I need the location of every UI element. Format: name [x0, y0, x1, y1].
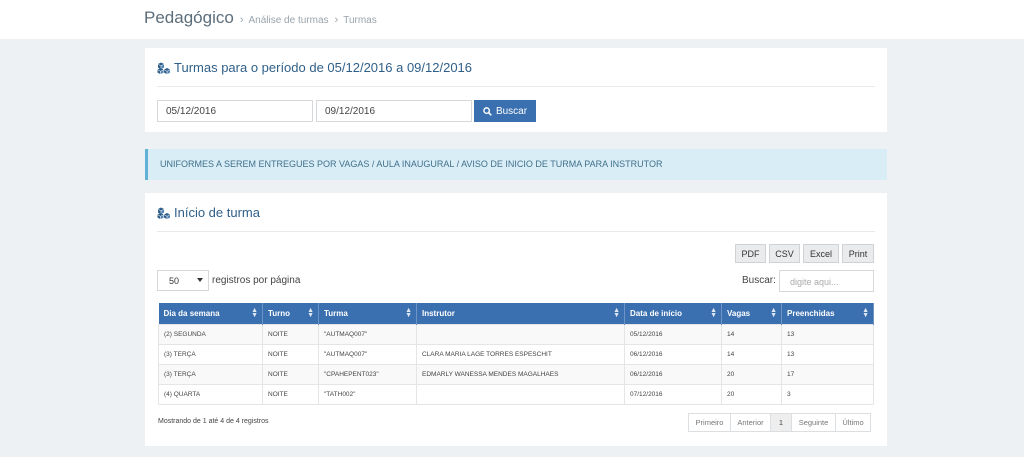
cubes-icon — [157, 62, 170, 74]
cell-vagas: 14 — [721, 343, 782, 365]
table-row: (3) TERÇA NOITE "AUTMAQ007" CLARA MARIA … — [158, 343, 874, 365]
cell-turno: NOITE — [262, 323, 319, 345]
page-length-label: registros por página — [212, 275, 301, 286]
cell-data-de-inicio: 06/12/2016 — [624, 363, 722, 385]
table-search-label: Buscar: — [742, 275, 776, 286]
alert-text: UNIFORMES A SEREM ENTREGUES POR VAGAS / … — [160, 159, 663, 169]
pagination-previous[interactable]: Anterior — [730, 413, 771, 432]
breadcrumb-root[interactable]: Pedagógico — [144, 8, 234, 28]
cell-turma: "CPAHEPENT023" — [318, 363, 417, 385]
search-button[interactable]: Buscar — [474, 100, 536, 122]
cell-instrutor: CLARA MARIA LAGE TORRES ESPESCHIT — [416, 343, 625, 365]
cell-turma: "AUTMAQ007" — [318, 343, 417, 365]
pagination-last[interactable]: Último — [835, 413, 871, 432]
cell-turno: NOITE — [262, 343, 319, 365]
chevron-right-icon: › — [239, 14, 244, 26]
cell-turno: NOITE — [262, 383, 319, 405]
divider — [157, 231, 875, 232]
period-filter-panel: Turmas para o período de 05/12/2016 a 09… — [145, 48, 887, 132]
page-length-value: 50 — [169, 276, 180, 286]
cell-turma: "TATH002" — [318, 383, 417, 405]
cell-turno: NOITE — [262, 363, 319, 385]
info-alert: UNIFORMES A SEREM ENTREGUES POR VAGAS / … — [145, 149, 887, 180]
period-panel-title: Turmas para o período de 05/12/2016 a 09… — [174, 60, 473, 75]
chevron-right-icon: › — [334, 14, 339, 26]
cell-instrutor — [416, 383, 625, 405]
table-info: Mostrando de 1 até 4 de 4 registros — [158, 418, 269, 425]
cubes-icon — [157, 207, 170, 219]
table-row: (3) TERÇA NOITE "CPAHEPENT023" EDMARLY W… — [158, 363, 874, 385]
print-button[interactable]: Print — [842, 244, 874, 263]
column-header-vagas[interactable]: Vagas ▲ ▼ — [721, 303, 782, 324]
column-header-turno[interactable]: Turno ▲ ▼ — [262, 303, 319, 324]
caret-down-icon — [197, 278, 203, 282]
page-length-select[interactable]: 50 — [157, 270, 209, 291]
cell-instrutor — [416, 323, 625, 345]
end-date-input[interactable]: 09/12/2016 — [316, 100, 472, 122]
column-header-turma[interactable]: Turma ▲ ▼ — [318, 303, 417, 324]
sort-icon: ▲ ▼ — [405, 307, 412, 319]
cell-preenchidas: 3 — [781, 383, 874, 405]
top-bar: Pedagógico › Análise de turmas › Turmas — [0, 0, 1024, 39]
column-header-instrutor[interactable]: Instrutor ▲ ▼ — [416, 303, 625, 324]
cell-instrutor: EDMARLY WANESSA MENDES MAGALHAES — [416, 363, 625, 385]
cell-preenchidas: 17 — [781, 363, 874, 385]
table-row: (2) SEGUNDA NOITE "AUTMAQ007" 05/12/2016… — [158, 323, 874, 345]
pagination: Primeiro Anterior 1 Seguinte Último — [688, 413, 871, 432]
sort-icon: ▲ ▼ — [770, 307, 777, 319]
export-pdf-button[interactable]: PDF — [735, 244, 766, 263]
cell-dia-da-semana: (2) SEGUNDA — [158, 323, 263, 345]
cell-preenchidas: 13 — [781, 323, 874, 345]
cell-data-de-inicio: 07/12/2016 — [624, 383, 722, 405]
classes-table: Dia da semana ▲ ▼ Turno ▲ ▼ Turma ▲ ▼ Instruto… — [158, 303, 874, 405]
cell-turma: "AUTMAQ007" — [318, 323, 417, 345]
table-panel-title: Início de turma — [174, 205, 260, 220]
pagination-first[interactable]: Primeiro — [688, 413, 731, 432]
cell-vagas: 20 — [721, 363, 782, 385]
start-date-input[interactable]: 05/12/2016 — [157, 100, 313, 122]
breadcrumb-item-turmas: Turmas — [343, 15, 377, 26]
cell-data-de-inicio: 05/12/2016 — [624, 323, 722, 345]
class-start-panel: Início de turma PDF CSV Excel Print 50 r… — [145, 193, 887, 446]
sort-icon: ▲ ▼ — [251, 307, 258, 319]
divider — [157, 86, 875, 87]
cell-vagas: 20 — [721, 383, 782, 405]
export-csv-button[interactable]: CSV — [769, 244, 800, 263]
cell-data-de-inicio: 06/12/2016 — [624, 343, 722, 365]
breadcrumb-item-analise[interactable]: Análise de turmas — [248, 15, 328, 26]
breadcrumb: Pedagógico › Análise de turmas › Turmas — [144, 8, 377, 28]
cell-preenchidas: 13 — [781, 343, 874, 365]
cell-dia-da-semana: (3) TERÇA — [158, 363, 263, 385]
table-panel-header: Início de turma — [157, 205, 260, 220]
sort-icon: ▲ ▼ — [710, 307, 717, 319]
pagination-next[interactable]: Seguinte — [791, 413, 836, 432]
sort-icon: ▲ ▼ — [613, 307, 620, 319]
cell-dia-da-semana: (3) TERÇA — [158, 343, 263, 365]
sort-icon: ▲ ▼ — [862, 307, 869, 319]
column-header-data-de-inicio[interactable]: Data de início ▲ ▼ — [624, 303, 722, 324]
sort-icon: ▲ ▼ — [307, 307, 314, 319]
table-row: (4) QUARTA NOITE "TATH002" 07/12/2016 20… — [158, 383, 874, 405]
column-header-dia-da-semana[interactable]: Dia da semana ▲ ▼ — [158, 303, 263, 324]
search-button-label: Buscar — [495, 105, 528, 117]
pagination-page-1[interactable]: 1 — [770, 413, 792, 432]
cell-dia-da-semana: (4) QUARTA — [158, 383, 263, 405]
table-search-input[interactable]: digite aqui... — [779, 270, 874, 292]
cell-vagas: 14 — [721, 323, 782, 345]
table-header-row: Dia da semana ▲ ▼ Turno ▲ ▼ Turma ▲ ▼ Instruto… — [158, 303, 874, 324]
period-panel-header: Turmas para o período de 05/12/2016 a 09… — [157, 60, 472, 75]
column-header-preenchidas[interactable]: Preenchidas ▲ ▼ — [781, 303, 874, 324]
search-icon — [483, 106, 492, 116]
export-excel-button[interactable]: Excel — [803, 244, 839, 263]
